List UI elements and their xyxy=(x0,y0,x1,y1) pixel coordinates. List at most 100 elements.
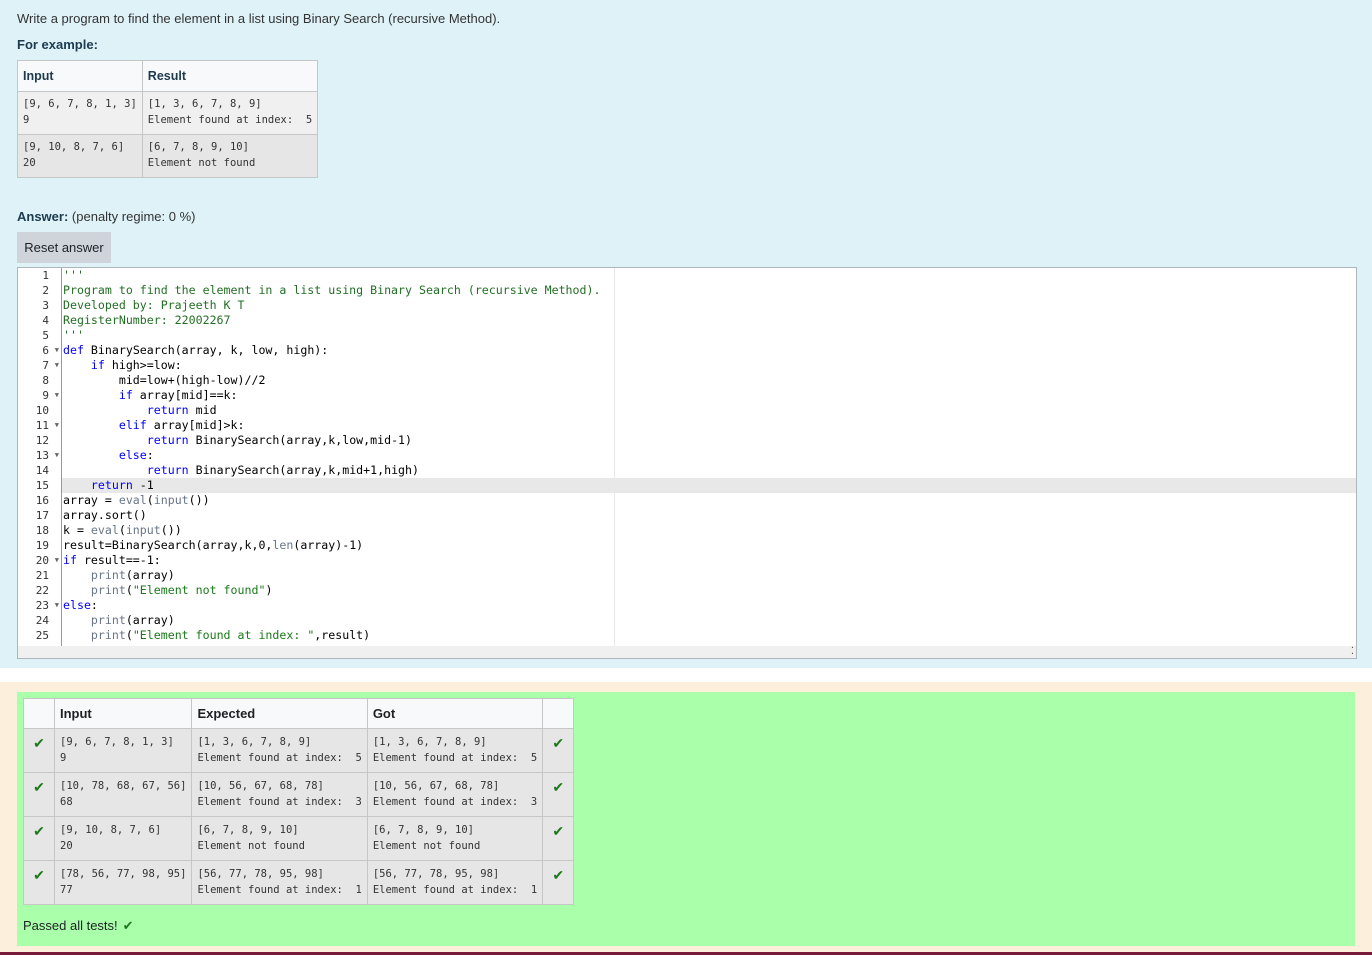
code-line[interactable]: Developed by: Prajeeth K T xyxy=(63,298,1353,313)
code-editor[interactable]: 1 2 3 4 5 6 ▼ 7 ▼ 8 9 ▼ 10 11 ▼ 12 13 ▼ 14 15 16 17 18 19 20 ▼ 21 2… xyxy=(17,267,1357,659)
table-row: [9, 6, 7, 8, 1, 3] 9 [1, 3, 6, 7, 8, 9] … xyxy=(17,91,319,135)
line-number: 22 xyxy=(18,583,61,598)
code-line[interactable]: print(array) xyxy=(63,568,1353,583)
results-header-expected: Expected xyxy=(191,698,368,729)
code-line[interactable]: array = eval(input()) xyxy=(63,493,1353,508)
code-line[interactable]: if array[mid]==k: xyxy=(63,388,1353,403)
table-row: [9, 10, 8, 7, 6] 20 [6, 7, 8, 9, 10] Ele… xyxy=(17,134,319,178)
example-header-input: Input xyxy=(17,60,143,92)
code-line[interactable]: return BinarySearch(array,k,mid+1,high) xyxy=(63,463,1353,478)
line-number-text: 23 xyxy=(35,599,49,612)
question-panel: Write a program to find the element in a… xyxy=(0,0,1372,668)
code-line[interactable]: else: xyxy=(63,448,1353,463)
result-expected-cell: [1, 3, 6, 7, 8, 9] Element found at inde… xyxy=(191,728,368,773)
line-number: 5 xyxy=(18,328,61,343)
example-label: For example: xyxy=(17,37,98,52)
line-number-text: 9 xyxy=(42,389,49,402)
result-got-cell: [56, 77, 78, 95, 98] Element found at in… xyxy=(366,860,544,905)
code-line[interactable]: Program to find the element in a list us… xyxy=(63,283,1353,298)
code-line[interactable]: RegisterNumber: 22002267 xyxy=(63,313,1353,328)
line-number-text: 22 xyxy=(35,584,49,597)
code-line[interactable]: print(array) xyxy=(63,613,1353,628)
line-number: 21 xyxy=(18,568,61,583)
line-number: 2 xyxy=(18,283,61,298)
line-number: 25 xyxy=(18,628,61,643)
example-result-cell: [6, 7, 8, 9, 10] Element not found xyxy=(141,134,319,178)
table-row: ✔ [9, 6, 7, 8, 1, 3] 9 [1, 3, 6, 7, 8, 9… xyxy=(23,728,575,773)
result-input-cell: [9, 6, 7, 8, 1, 3] 9 xyxy=(53,728,193,773)
line-number-text: 15 xyxy=(35,479,49,492)
fold-arrow-icon[interactable]: ▼ xyxy=(55,598,59,613)
line-number: 7 ▼ xyxy=(18,358,61,373)
line-number-text: 25 xyxy=(35,629,49,642)
fold-arrow-icon[interactable]: ▼ xyxy=(55,418,59,433)
code-line[interactable]: mid=low+(high-low)//2 xyxy=(63,373,1353,388)
line-number: 17 xyxy=(18,508,61,523)
code-line[interactable]: return -1 xyxy=(63,478,1353,493)
line-number-text: 7 xyxy=(42,359,49,372)
line-number: 9 ▼ xyxy=(18,388,61,403)
result-got-cell: [10, 56, 67, 68, 78] Element found at in… xyxy=(366,772,544,817)
code-line[interactable]: ''' xyxy=(63,268,1353,283)
line-number: 10 xyxy=(18,403,61,418)
code-line[interactable]: ''' xyxy=(63,328,1353,343)
fold-arrow-icon[interactable]: ▼ xyxy=(55,448,59,463)
line-number-text: 12 xyxy=(35,434,49,447)
table-row: ✔ [78, 56, 77, 98, 95] 77 [56, 77, 78, 9… xyxy=(23,860,575,905)
question-text: Write a program to find the element in a… xyxy=(17,11,501,26)
penalty-regime: (penalty regime: 0 %) xyxy=(71,209,196,224)
line-number-text: 10 xyxy=(35,404,49,417)
fold-arrow-icon[interactable]: ▼ xyxy=(55,343,59,358)
example-table: Input Result [9, 6, 7, 8, 1, 3] 9 [1, 3,… xyxy=(17,60,319,178)
pass-status: Passed all tests! ✔ xyxy=(23,918,134,934)
resize-handle-icon[interactable]: ⁚ xyxy=(1351,646,1354,657)
line-number: 1 xyxy=(18,268,61,283)
code-line[interactable]: return BinarySearch(array,k,low,mid-1) xyxy=(63,433,1353,448)
line-number-text: 11 xyxy=(35,419,49,432)
answer-label: Answer: (penalty regime: 0 %) xyxy=(17,209,195,224)
table-row: ✔ [9, 10, 8, 7, 6] 20 [6, 7, 8, 9, 10] E… xyxy=(23,816,575,861)
line-number-text: 4 xyxy=(42,314,49,327)
check-icon: ✔ xyxy=(23,860,55,905)
example-result-cell: [1, 3, 6, 7, 8, 9] Element found at inde… xyxy=(141,91,319,135)
result-got-cell: [6, 7, 8, 9, 10] Element not found xyxy=(366,816,544,861)
line-number: 19 xyxy=(18,538,61,553)
code-line[interactable]: def BinarySearch(array, k, low, high): xyxy=(63,343,1353,358)
line-number-text: 6 xyxy=(42,344,49,357)
example-header-result: Result xyxy=(141,60,319,92)
code-line[interactable]: if result==-1: xyxy=(63,553,1353,568)
fold-arrow-icon[interactable]: ▼ xyxy=(55,358,59,373)
code-line[interactable]: elif array[mid]>k: xyxy=(63,418,1353,433)
line-number-text: 18 xyxy=(35,524,49,537)
code-line[interactable]: if high>=low: xyxy=(63,358,1353,373)
code-line[interactable]: print("Element not found") xyxy=(63,583,1353,598)
line-number-gutter: 1 2 3 4 5 6 ▼ 7 ▼ 8 9 ▼ 10 11 ▼ 12 13 ▼ 14 15 16 17 18 19 20 ▼ 21 2… xyxy=(18,268,62,658)
result-input-cell: [78, 56, 77, 98, 95] 77 xyxy=(53,860,193,905)
code-line[interactable]: array.sort() xyxy=(63,508,1353,523)
line-number: 4 xyxy=(18,313,61,328)
result-section: Input Expected Got ✔ [9, 6, 7, 8, 1, 3] … xyxy=(0,682,1372,955)
example-input-cell: [9, 6, 7, 8, 1, 3] 9 xyxy=(17,91,143,135)
example-input-cell: [9, 10, 8, 7, 6] 20 xyxy=(17,134,143,178)
code-line[interactable]: else: xyxy=(63,598,1353,613)
fold-arrow-icon[interactable]: ▼ xyxy=(55,553,59,568)
line-number: 3 xyxy=(18,298,61,313)
code-line[interactable]: result=BinarySearch(array,k,0,len(array)… xyxy=(63,538,1353,553)
reset-answer-button[interactable]: Reset answer xyxy=(17,232,111,263)
line-number: 14 xyxy=(18,463,61,478)
check-icon: ✔ xyxy=(542,816,575,861)
code-line[interactable]: k = eval(input()) xyxy=(63,523,1353,538)
line-number: 8 xyxy=(18,373,61,388)
check-icon: ✔ xyxy=(23,728,55,773)
results-header-input: Input xyxy=(53,698,193,729)
table-row: ✔ [10, 78, 68, 67, 56] 68 [10, 56, 67, 6… xyxy=(23,772,575,817)
line-number-text: 14 xyxy=(35,464,49,477)
line-number-text: 2 xyxy=(42,284,49,297)
results-header-mark-right xyxy=(542,698,575,729)
fold-arrow-icon[interactable]: ▼ xyxy=(55,388,59,403)
code-line[interactable]: return mid xyxy=(63,403,1353,418)
line-number-text: 21 xyxy=(35,569,49,582)
results-header-got: Got xyxy=(366,698,544,729)
code-line[interactable]: print("Element found at index: ",result) xyxy=(63,628,1353,643)
check-icon: ✔ xyxy=(542,772,575,817)
